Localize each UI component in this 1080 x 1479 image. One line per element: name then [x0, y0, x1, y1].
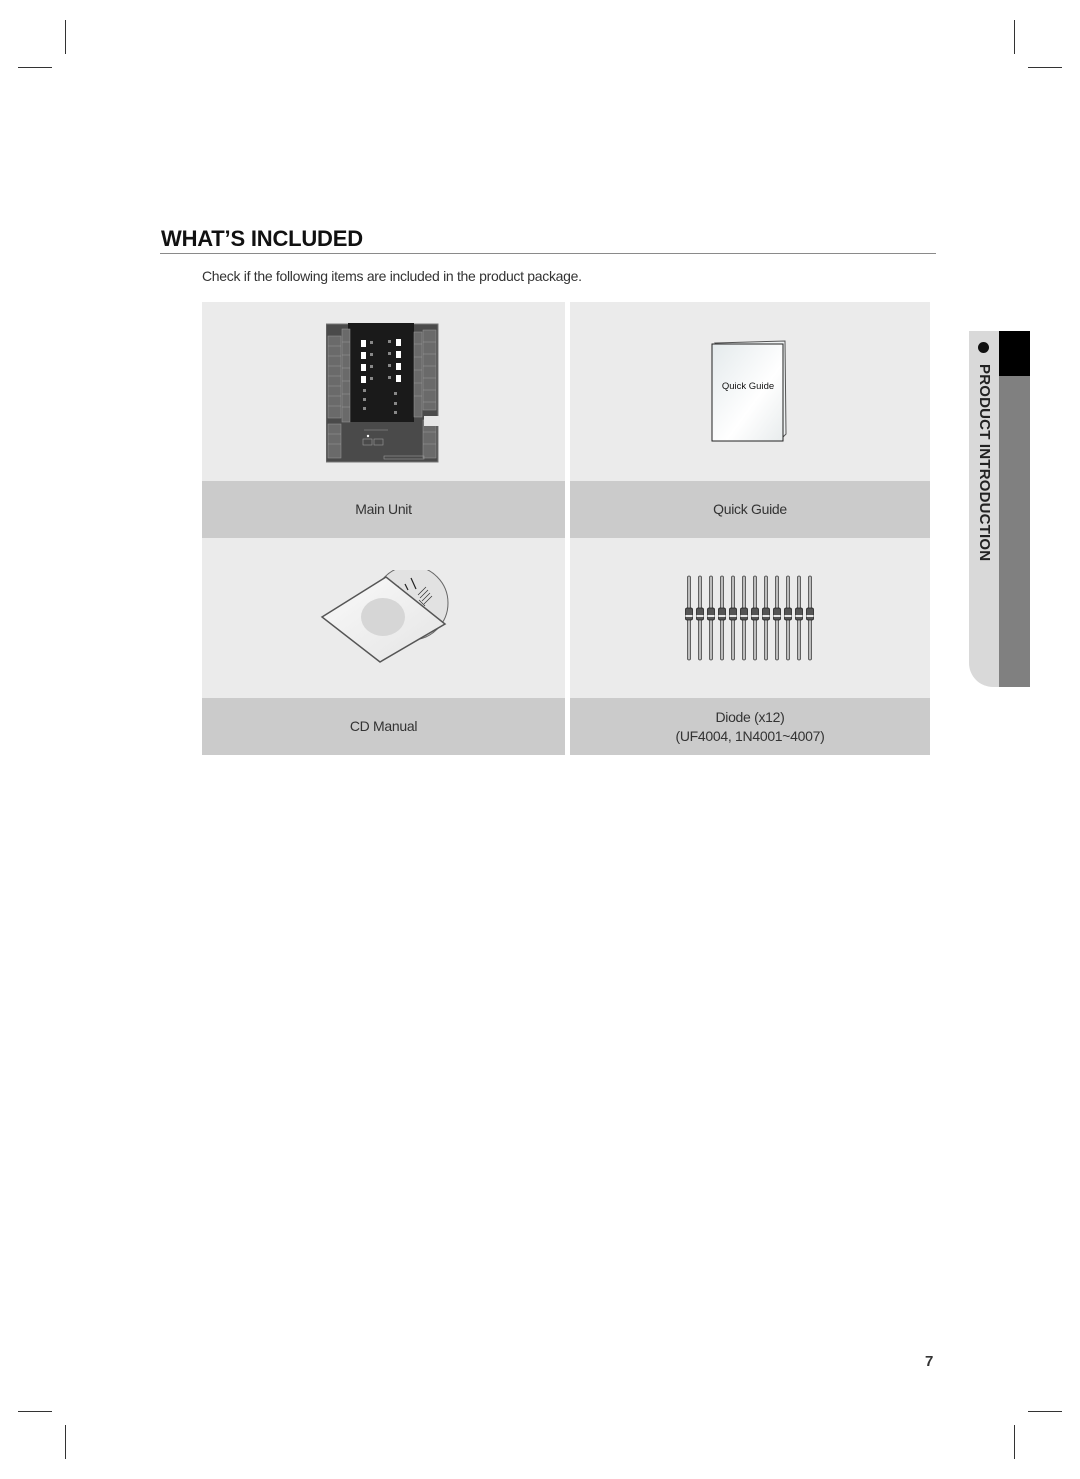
crop-mark-top-left-v: [65, 20, 66, 54]
booklet-cover-text: Quick Guide: [722, 381, 774, 392]
crop-mark-top-right-h: [1028, 67, 1062, 68]
diode-icon: [795, 575, 803, 661]
diode-set-image: [685, 575, 814, 661]
item-label: CD Manual: [349, 718, 418, 734]
item-label: Main Unit: [355, 501, 412, 517]
diode-icon: [718, 575, 726, 661]
item-label: Diode (x12): [715, 708, 785, 725]
quick-guide-booklet-image: Quick Guide: [711, 340, 787, 442]
side-tab-dark-strip: [999, 331, 1030, 687]
crop-mark-top-right-v: [1014, 20, 1015, 54]
diode-icon: [696, 575, 704, 661]
diode-icon: [784, 575, 792, 661]
crop-mark-bottom-right-v: [1014, 1425, 1015, 1459]
item-label: Quick Guide: [713, 501, 787, 517]
item-label-band: Diode (x12) (UF4004, 1N4001~4007): [570, 698, 930, 755]
item-sublabel: (UF4004, 1N4001~4007): [675, 727, 825, 744]
crop-mark-bottom-right-h: [1028, 1411, 1062, 1412]
diode-icon: [762, 575, 770, 661]
item-label-band: Main Unit: [202, 481, 565, 538]
main-unit-board-image: [326, 323, 440, 463]
bullet-dot-icon: [978, 342, 989, 353]
crop-mark-top-left-h: [18, 67, 52, 68]
intro-text: Check if the following items are include…: [202, 268, 582, 284]
diode-icon: [707, 575, 715, 661]
item-label-band: Quick Guide: [570, 481, 930, 538]
side-tab-active-marker: [999, 331, 1030, 376]
page-number: 7: [925, 1353, 934, 1370]
item-label-band: CD Manual: [202, 698, 565, 755]
cd-manual-image: [320, 570, 449, 663]
diode-icon: [685, 575, 693, 661]
section-title: WHAT’S INCLUDED: [161, 226, 363, 251]
diode-icon: [773, 575, 781, 661]
diode-icon: [806, 575, 814, 661]
heading-rule: [160, 253, 936, 254]
crop-mark-bottom-left-v: [65, 1425, 66, 1459]
diode-icon: [729, 575, 737, 661]
diode-icon: [751, 575, 759, 661]
crop-mark-bottom-left-h: [18, 1411, 52, 1412]
side-tab-label: PRODUCT INTRODUCTION: [976, 364, 993, 562]
diode-icon: [740, 575, 748, 661]
